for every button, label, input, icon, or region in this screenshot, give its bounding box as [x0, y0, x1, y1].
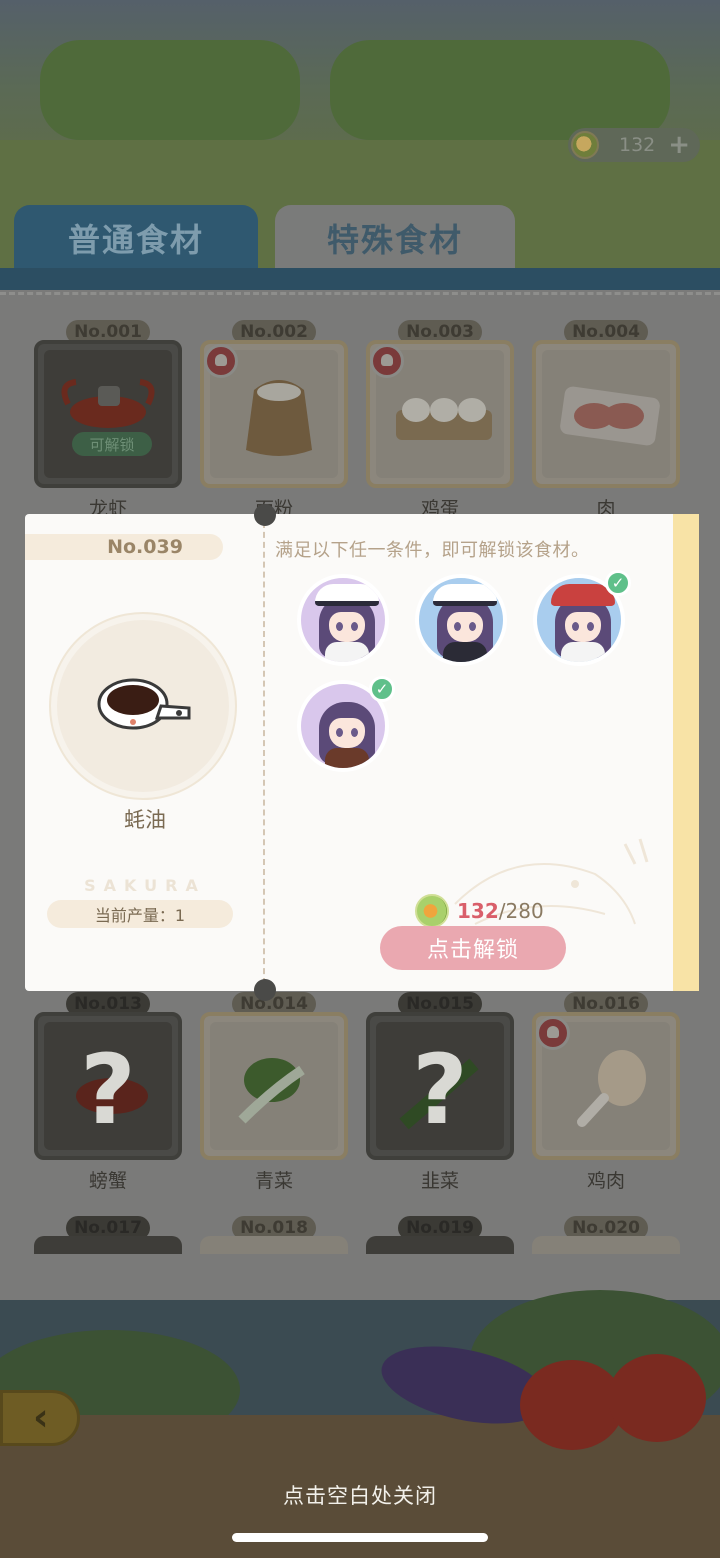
back-button[interactable] [0, 1390, 80, 1446]
hedge [40, 40, 300, 140]
chef-hat-icon [433, 584, 497, 606]
chef-avatar-1[interactable] [297, 574, 389, 666]
currency-counter[interactable]: 132 + [568, 128, 700, 162]
item-image-frame [57, 620, 229, 792]
chef-hat-icon [315, 584, 379, 606]
flour-sack-icon [246, 380, 312, 456]
ingredient-cell[interactable] [532, 1236, 680, 1254]
coin-icon [415, 894, 449, 928]
bok-choy-icon [238, 1058, 305, 1124]
modal-divider [263, 522, 265, 984]
unlockable-badge: 可解锁 [72, 432, 152, 456]
ingredient-cell-chives[interactable]: ? [366, 1012, 514, 1160]
chef-hat-icon [536, 1016, 570, 1050]
hedge [330, 40, 670, 140]
chef-avatar-2[interactable] [415, 574, 507, 666]
ingredient-cell[interactable] [34, 1236, 182, 1254]
ingredient-cell[interactable] [366, 1236, 514, 1254]
brand-watermark: SAKURA [84, 876, 206, 895]
current-output: 当前产量：1 [47, 900, 233, 928]
add-currency-icon[interactable]: + [668, 130, 690, 160]
ingredient-detail-modal: No.039 蚝油 SAKURA 当前产量：1 满足以下任一条件，即可解锁该食材… [25, 504, 699, 1001]
tab-bar-underline [0, 268, 720, 290]
ingredient-cell-greens[interactable] [200, 1012, 348, 1160]
ingredient-cell-lobster[interactable]: 可解锁 [34, 340, 182, 488]
ingredient-cell[interactable] [200, 1236, 348, 1254]
ingredient-name: 青菜 [254, 1170, 293, 1192]
home-indicator[interactable] [232, 1533, 488, 1542]
divider-pin [254, 504, 276, 526]
tab-special-ingredients[interactable]: 特殊食材 [275, 205, 515, 271]
tomato-icon [608, 1354, 706, 1442]
ingredient-cell-meat[interactable] [532, 340, 680, 488]
ingredient-cell-crab[interactable]: ? [34, 1012, 182, 1160]
modal-edge-stripe [673, 514, 699, 991]
unlock-button[interactable]: 点击解锁 [380, 926, 566, 970]
close-hint[interactable]: 点击空白处关闭 [0, 1480, 720, 1510]
currency-amount: 132 [619, 134, 656, 156]
coin-icon [571, 131, 599, 159]
ingredient-name: 鸡肉 [586, 1170, 625, 1192]
ingredient-name: 韭菜 [420, 1170, 459, 1192]
ingredient-name: 螃蟹 [88, 1170, 127, 1192]
check-icon: ✓ [369, 676, 395, 702]
divider [0, 292, 720, 295]
check-icon: ✓ [605, 570, 631, 596]
drumstick-icon [577, 1050, 646, 1127]
chef-hat-icon [370, 344, 404, 378]
tab-common-ingredients[interactable]: 普通食材 [14, 205, 258, 271]
egg-carton-icon [396, 398, 492, 440]
unknown-icon: ? [412, 1034, 468, 1146]
item-name: 蚝油 [124, 808, 166, 832]
unlock-condition-text: 满足以下任一条件，即可解锁该食材。 [275, 540, 590, 561]
divider-pin [254, 979, 276, 1001]
chef-hat-icon [204, 344, 238, 378]
item-number-badge: No.039 [25, 534, 223, 560]
cost-total: /280 [498, 899, 544, 923]
unlock-cost: 132 /280 [415, 894, 544, 928]
cost-current: 132 [457, 899, 499, 923]
oyster-sauce-dish-icon [97, 678, 191, 730]
meat-tray-icon [560, 386, 660, 446]
unknown-icon: ? [80, 1034, 136, 1146]
